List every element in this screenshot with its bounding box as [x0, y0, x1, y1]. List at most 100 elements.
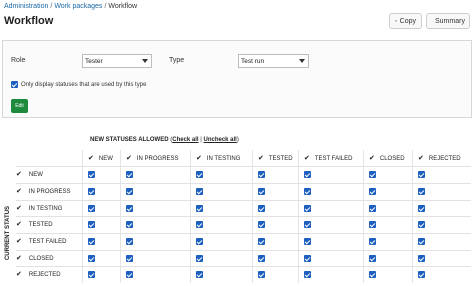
check-mark-icon[interactable]: ✔: [258, 155, 264, 162]
transition-checkbox[interactable]: [369, 205, 376, 212]
breadcrumb-work-packages[interactable]: Work packages: [54, 3, 102, 10]
transition-checkbox[interactable]: [126, 188, 133, 195]
matrix-cell: [88, 216, 95, 233]
transition-checkbox[interactable]: [258, 221, 265, 228]
transition-checkbox[interactable]: [304, 205, 311, 212]
transition-checkbox[interactable]: [196, 255, 203, 262]
transition-checkbox[interactable]: [418, 255, 425, 262]
check-mark-icon[interactable]: ✔: [196, 155, 202, 162]
filter-panel: Role Tester Type Test run Only display s…: [2, 40, 472, 118]
check-mark-icon[interactable]: ✔: [304, 155, 310, 162]
transition-checkbox[interactable]: [126, 238, 133, 245]
transition-checkbox[interactable]: [126, 205, 133, 212]
transition-checkbox[interactable]: [369, 238, 376, 245]
role-select[interactable]: Tester: [82, 54, 152, 68]
type-select-value: Test run: [241, 57, 265, 65]
transition-checkbox[interactable]: [304, 271, 311, 278]
check-mark-icon[interactable]: ✔: [16, 271, 22, 278]
transition-checkbox[interactable]: [369, 255, 376, 262]
transition-checkbox[interactable]: [126, 171, 133, 178]
check-mark-icon[interactable]: ✔: [369, 155, 375, 162]
transition-checkbox[interactable]: [88, 188, 95, 195]
check-mark-icon[interactable]: ✔: [16, 221, 22, 228]
transition-checkbox[interactable]: [418, 271, 425, 278]
copy-icon: [395, 20, 397, 22]
only-display-label: Only display statuses that are used by t…: [21, 81, 147, 88]
column-header-label: CLOSED: [379, 155, 405, 162]
matrix-cell: [196, 183, 203, 200]
matrix-cell: [126, 250, 133, 267]
transition-checkbox[interactable]: [418, 221, 425, 228]
transition-checkbox[interactable]: [369, 271, 376, 278]
transition-checkbox[interactable]: [304, 221, 311, 228]
transition-checkbox[interactable]: [196, 205, 203, 212]
matrix-cell: [304, 200, 311, 217]
transition-checkbox[interactable]: [304, 238, 311, 245]
row-header: ✔ TEST FAILED: [16, 233, 66, 250]
transition-checkbox[interactable]: [88, 171, 95, 178]
only-display-checkbox[interactable]: [11, 81, 18, 88]
transition-checkbox[interactable]: [369, 171, 376, 178]
transition-checkbox[interactable]: [369, 188, 376, 195]
matrix-cell: [304, 183, 311, 200]
type-select[interactable]: Test run: [238, 54, 309, 68]
copy-button-label: Copy: [399, 17, 416, 25]
matrix-cell: [258, 183, 265, 200]
transition-checkbox[interactable]: [304, 188, 311, 195]
check-mark-icon[interactable]: ✔: [16, 171, 22, 178]
row-header: ✔ CLOSED: [16, 250, 54, 267]
column-header-label: TESTED: [268, 155, 293, 162]
transition-checkbox[interactable]: [196, 271, 203, 278]
transition-checkbox[interactable]: [258, 271, 265, 278]
transition-checkbox[interactable]: [88, 205, 95, 212]
transition-checkbox[interactable]: [418, 171, 425, 178]
copy-button[interactable]: Copy: [389, 13, 422, 29]
transition-checkbox[interactable]: [258, 238, 265, 245]
matrix-cell: [304, 233, 311, 250]
transition-checkbox[interactable]: [258, 171, 265, 178]
check-mark-icon[interactable]: ✔: [16, 255, 22, 262]
row-header: ✔ IN TESTING: [16, 200, 62, 217]
role-select-value: Tester: [85, 57, 103, 65]
transition-checkbox[interactable]: [196, 188, 203, 195]
transition-checkbox[interactable]: [126, 271, 133, 278]
transition-checkbox[interactable]: [196, 171, 203, 178]
transition-checkbox[interactable]: [126, 221, 133, 228]
check-mark-icon[interactable]: ✔: [88, 155, 94, 162]
transition-checkbox[interactable]: [196, 238, 203, 245]
check-mark-icon[interactable]: ✔: [418, 155, 424, 162]
matrix-cell: [258, 250, 265, 267]
transition-checkbox[interactable]: [369, 221, 376, 228]
transition-checkbox[interactable]: [418, 205, 425, 212]
transition-checkbox[interactable]: [418, 188, 425, 195]
row-header-label: IN PROGRESS: [28, 188, 71, 195]
transition-checkbox[interactable]: [88, 271, 95, 278]
check-mark-icon[interactable]: ✔: [16, 188, 22, 195]
matrix-cell: [369, 216, 376, 233]
check-mark-icon[interactable]: ✔: [126, 155, 132, 162]
matrix-cell: [258, 200, 265, 217]
transition-checkbox[interactable]: [258, 255, 265, 262]
summary-button[interactable]: Summary: [426, 13, 470, 29]
transition-checkbox[interactable]: [304, 171, 311, 178]
new-statuses-header: NEW STATUSES ALLOWED (Check all | Unchec…: [90, 137, 239, 143]
transition-checkbox[interactable]: [258, 188, 265, 195]
breadcrumb-administration[interactable]: Administration: [4, 3, 48, 10]
check-mark-icon[interactable]: ✔: [16, 205, 22, 212]
transition-checkbox[interactable]: [196, 221, 203, 228]
transition-checkbox[interactable]: [126, 255, 133, 262]
table-row: [16, 166, 471, 183]
transition-checkbox[interactable]: [88, 238, 95, 245]
transition-checkbox[interactable]: [258, 205, 265, 212]
transition-checkbox[interactable]: [88, 221, 95, 228]
edit-button[interactable]: Edit: [11, 99, 28, 113]
transition-checkbox[interactable]: [304, 255, 311, 262]
uncheck-all-link[interactable]: Uncheck all: [204, 137, 237, 143]
transition-checkbox[interactable]: [418, 238, 425, 245]
transition-checkbox[interactable]: [88, 255, 95, 262]
matrix-cell: [258, 166, 265, 183]
check-all-link[interactable]: Check all: [172, 137, 198, 143]
matrix-cell: [418, 266, 425, 283]
breadcrumb-separator: /: [50, 3, 53, 10]
check-mark-icon[interactable]: ✔: [16, 238, 22, 245]
